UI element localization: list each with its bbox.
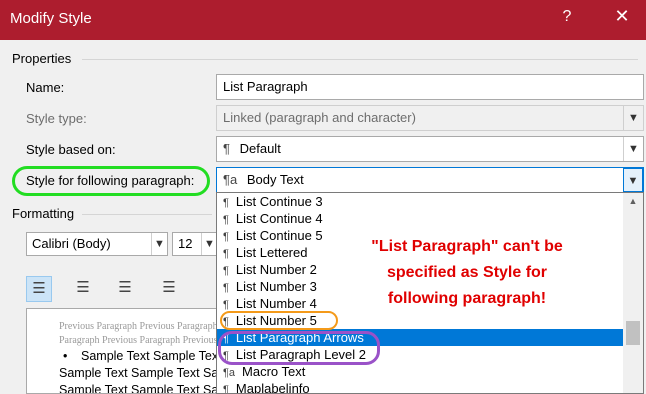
preview-bullet: •	[63, 349, 68, 363]
dropdown-item-label: List Continue 5	[235, 228, 323, 243]
dropdown-item[interactable]: ¶a Macro Text	[217, 363, 623, 380]
annotation-line: "List Paragraph" can't be	[371, 238, 563, 255]
title-bar: Modify Style ? ✕	[0, 0, 646, 40]
paragraph-icon: ¶	[223, 265, 229, 277]
paragraph-icon: ¶	[223, 214, 229, 226]
dropdown-item-label: List Number 3	[235, 279, 317, 294]
align-left-icon[interactable]: ☰	[26, 276, 52, 302]
font-select[interactable]: Calibri (Body) ▼	[26, 232, 168, 256]
name-input[interactable]: List Paragraph	[216, 74, 644, 100]
justify-icon[interactable]: ☰	[156, 276, 182, 302]
size-value: 12	[178, 236, 193, 251]
align-center-icon[interactable]: ☰	[70, 276, 96, 302]
name-value: List Paragraph	[223, 79, 308, 94]
properties-group-title: Properties	[12, 51, 72, 66]
scroll-up-icon[interactable]: ▲	[623, 193, 643, 209]
dropdown-item[interactable]: ¶ Maplabelinfo	[217, 380, 623, 394]
formatting-divider	[82, 214, 212, 215]
annotation-line: specified as Style for	[386, 264, 548, 281]
dropdown-item-label: List Number 4	[235, 296, 317, 311]
style-based-on-value: Default	[239, 141, 281, 156]
annotation-line: following paragraph!	[387, 290, 547, 307]
scroll-thumb[interactable]	[626, 321, 640, 345]
preview-previous-paragraph: Previous Paragraph Previous Paragraph Pr…	[59, 321, 221, 332]
dropdown-item-label: Macro Text	[242, 364, 306, 379]
chevron-down-icon[interactable]: ▼	[151, 233, 167, 255]
style-type-label: Style type:	[26, 111, 87, 126]
align-right-icon[interactable]: ☰	[112, 276, 138, 302]
preview-sample-text: Sample Text Sample Text Sample Text	[81, 349, 222, 363]
linked-style-icon: ¶a	[223, 367, 236, 379]
preview-previous-paragraph: Paragraph Previous Paragraph Previous Pa…	[59, 335, 221, 346]
alignment-toolbar: ☰ ☰ ☰ ☰	[26, 276, 216, 302]
orange-highlight	[220, 311, 338, 330]
green-highlight	[12, 166, 210, 196]
dropdown-item-label: List Continue 3	[235, 194, 323, 209]
style-following-select[interactable]: ¶a Body Text ▼	[216, 167, 644, 193]
style-based-on-select[interactable]: ¶ Default ▼	[216, 136, 644, 162]
paragraph-icon: ¶	[223, 197, 229, 209]
dropdown-item-label: List Lettered	[235, 245, 308, 260]
preview-pane: Previous Paragraph Previous Paragraph Pr…	[26, 308, 222, 394]
dropdown-item[interactable]: ¶ List Continue 4	[217, 210, 623, 227]
paragraph-icon: ¶	[223, 384, 229, 394]
paragraph-icon: ¶	[223, 282, 229, 294]
name-label: Name:	[26, 80, 65, 95]
dropdown-item-label: List Continue 4	[235, 211, 323, 226]
chevron-down-icon: ▼	[623, 106, 643, 130]
window-title: Modify Style	[10, 10, 92, 27]
preview-sample-text: Sample Text Sample Text Sample Text	[59, 366, 221, 380]
style-type-select: Linked (paragraph and character) ▼	[216, 105, 644, 131]
close-button[interactable]: ✕	[608, 6, 636, 27]
style-based-on-label: Style based on:	[26, 142, 116, 157]
size-select[interactable]: 12 ▼	[172, 232, 218, 256]
paragraph-icon: ¶	[223, 141, 230, 156]
paragraph-icon: ¶	[223, 299, 229, 311]
paragraph-icon: ¶	[223, 248, 229, 260]
paragraph-icon: ¶	[223, 231, 229, 243]
chevron-down-icon[interactable]: ▼	[623, 137, 643, 161]
chevron-down-icon[interactable]: ▼	[201, 233, 217, 255]
properties-divider	[82, 59, 638, 60]
help-button[interactable]: ?	[556, 8, 578, 26]
dropdown-scrollbar[interactable]: ▲	[623, 193, 643, 393]
preview-sample-text: Sample Text Sample Text Sample Text	[59, 383, 221, 394]
style-type-value: Linked (paragraph and character)	[223, 110, 416, 125]
dropdown-item[interactable]: ¶ List Continue 3	[217, 193, 623, 210]
formatting-group-title: Formatting	[12, 206, 75, 221]
dropdown-item-label: Maplabelinfo	[235, 381, 310, 394]
annotation-text: "List Paragraph" can't be specified as S…	[342, 234, 592, 312]
purple-highlight	[218, 331, 380, 365]
font-value: Calibri (Body)	[32, 236, 111, 251]
style-following-value: Body Text	[246, 172, 304, 187]
linked-style-icon: ¶a	[223, 172, 238, 187]
chevron-down-icon[interactable]: ▼	[623, 168, 643, 192]
dropdown-item-label: List Number 2	[235, 262, 317, 277]
